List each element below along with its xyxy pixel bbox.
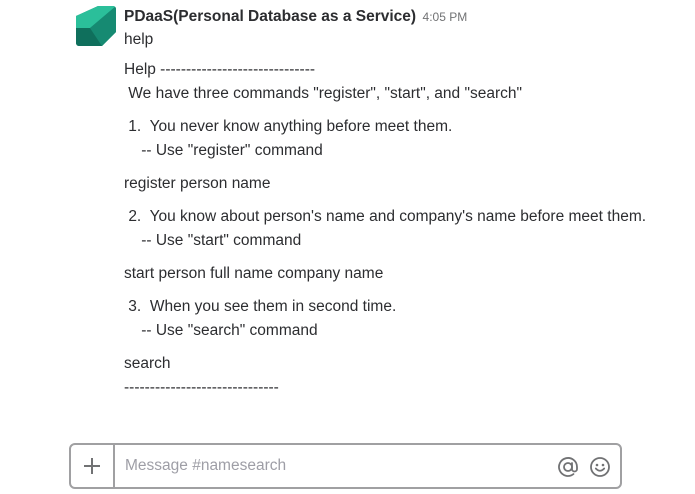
message-line-item-3-usage: -- Use "search" command: [124, 322, 318, 339]
attach-button[interactable]: [71, 445, 115, 487]
message-composer: [69, 443, 622, 489]
message-line-command: help: [124, 31, 154, 48]
message-line-footer-rule: ------------------------------: [124, 379, 279, 396]
message-line-help-header: Help ------------------------------: [124, 61, 316, 78]
message-input[interactable]: [125, 445, 545, 487]
smiley-icon: [590, 457, 610, 477]
message: PDaaS(Personal Database as a Service) 4:…: [124, 6, 654, 400]
message-line-intro: We have three commands "register", "star…: [124, 85, 523, 102]
message-timestamp[interactable]: 4:05 PM: [423, 10, 468, 24]
mention-button[interactable]: [557, 456, 579, 478]
emoji-button[interactable]: [589, 456, 611, 478]
message-header: PDaaS(Personal Database as a Service) 4:…: [124, 6, 654, 28]
pdaas-logo-icon: [76, 6, 116, 46]
message-line-item-2-usage: -- Use "start" command: [124, 232, 302, 249]
message-line-search-example: search: [124, 355, 171, 372]
plus-icon: [84, 458, 100, 474]
message-line-item-1: 1. You never know anything before meet t…: [124, 118, 453, 135]
message-line-item-3: 3. When you see them in second time.: [124, 298, 397, 315]
message-line-item-1-usage: -- Use "register" command: [124, 142, 323, 159]
sender-name[interactable]: PDaaS(Personal Database as a Service): [124, 8, 416, 25]
bot-avatar[interactable]: [76, 6, 116, 46]
chat-window: PDaaS(Personal Database as a Service) 4:…: [0, 0, 695, 494]
message-line-item-2: 2. You know about person's name and comp…: [124, 208, 647, 225]
message-line-register-example: register person name: [124, 175, 271, 192]
at-sign-icon: [558, 457, 578, 477]
message-line-start-example: start person full name company name: [124, 265, 384, 282]
